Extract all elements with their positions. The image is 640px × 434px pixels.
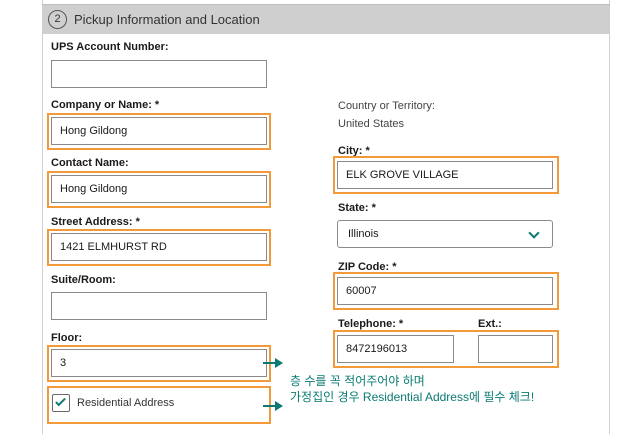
telephone-label: Telephone: * xyxy=(338,318,404,330)
residential-checkbox[interactable] xyxy=(52,394,70,412)
floor-label: Floor: xyxy=(51,332,83,344)
street-label: Street Address: * xyxy=(51,216,140,228)
suite-label: Suite/Room: xyxy=(51,274,116,286)
street-input[interactable]: 1421 ELMHURST RD xyxy=(51,233,267,261)
section-header: 2 Pickup Information and Location xyxy=(42,4,610,34)
country-value: United States xyxy=(338,118,405,130)
arrow-right-icon xyxy=(275,401,283,411)
contact-input[interactable]: Hong Gildong xyxy=(51,175,267,203)
ups-account-input[interactable] xyxy=(51,60,267,88)
company-label: Company or Name: * xyxy=(51,99,160,111)
state-select[interactable]: Illinois xyxy=(337,220,553,248)
ups-account-label: UPS Account Number: xyxy=(51,41,169,53)
checkmark-icon xyxy=(55,395,66,407)
city-input[interactable]: ELK GROVE VILLAGE xyxy=(337,161,553,189)
state-label: State: * xyxy=(338,202,376,214)
ext-label: Ext.: xyxy=(478,318,502,330)
company-input[interactable]: Hong Gildong xyxy=(51,117,267,145)
annotation-note-2: 가정집인 경우 Residential Address에 필수 체크! xyxy=(290,390,535,404)
contact-label: Contact Name: xyxy=(51,157,129,169)
annotation-note-1: 층 수를 꼭 적어주어야 하며 xyxy=(290,374,425,388)
arrow-right-icon xyxy=(275,358,283,368)
telephone-input[interactable]: 8472196013 xyxy=(337,335,454,363)
floor-input[interactable]: 3 xyxy=(51,349,267,377)
ext-input[interactable] xyxy=(478,335,553,363)
step-number-badge: 2 xyxy=(48,10,67,29)
chevron-down-icon xyxy=(528,227,540,239)
country-label: Country or Territory: xyxy=(338,100,435,112)
state-selected-value: Illinois xyxy=(348,228,379,240)
suite-input[interactable] xyxy=(51,292,267,320)
residential-label[interactable]: Residential Address xyxy=(77,397,174,409)
zip-input[interactable]: 60007 xyxy=(337,277,553,305)
section-title: Pickup Information and Location xyxy=(74,12,260,27)
